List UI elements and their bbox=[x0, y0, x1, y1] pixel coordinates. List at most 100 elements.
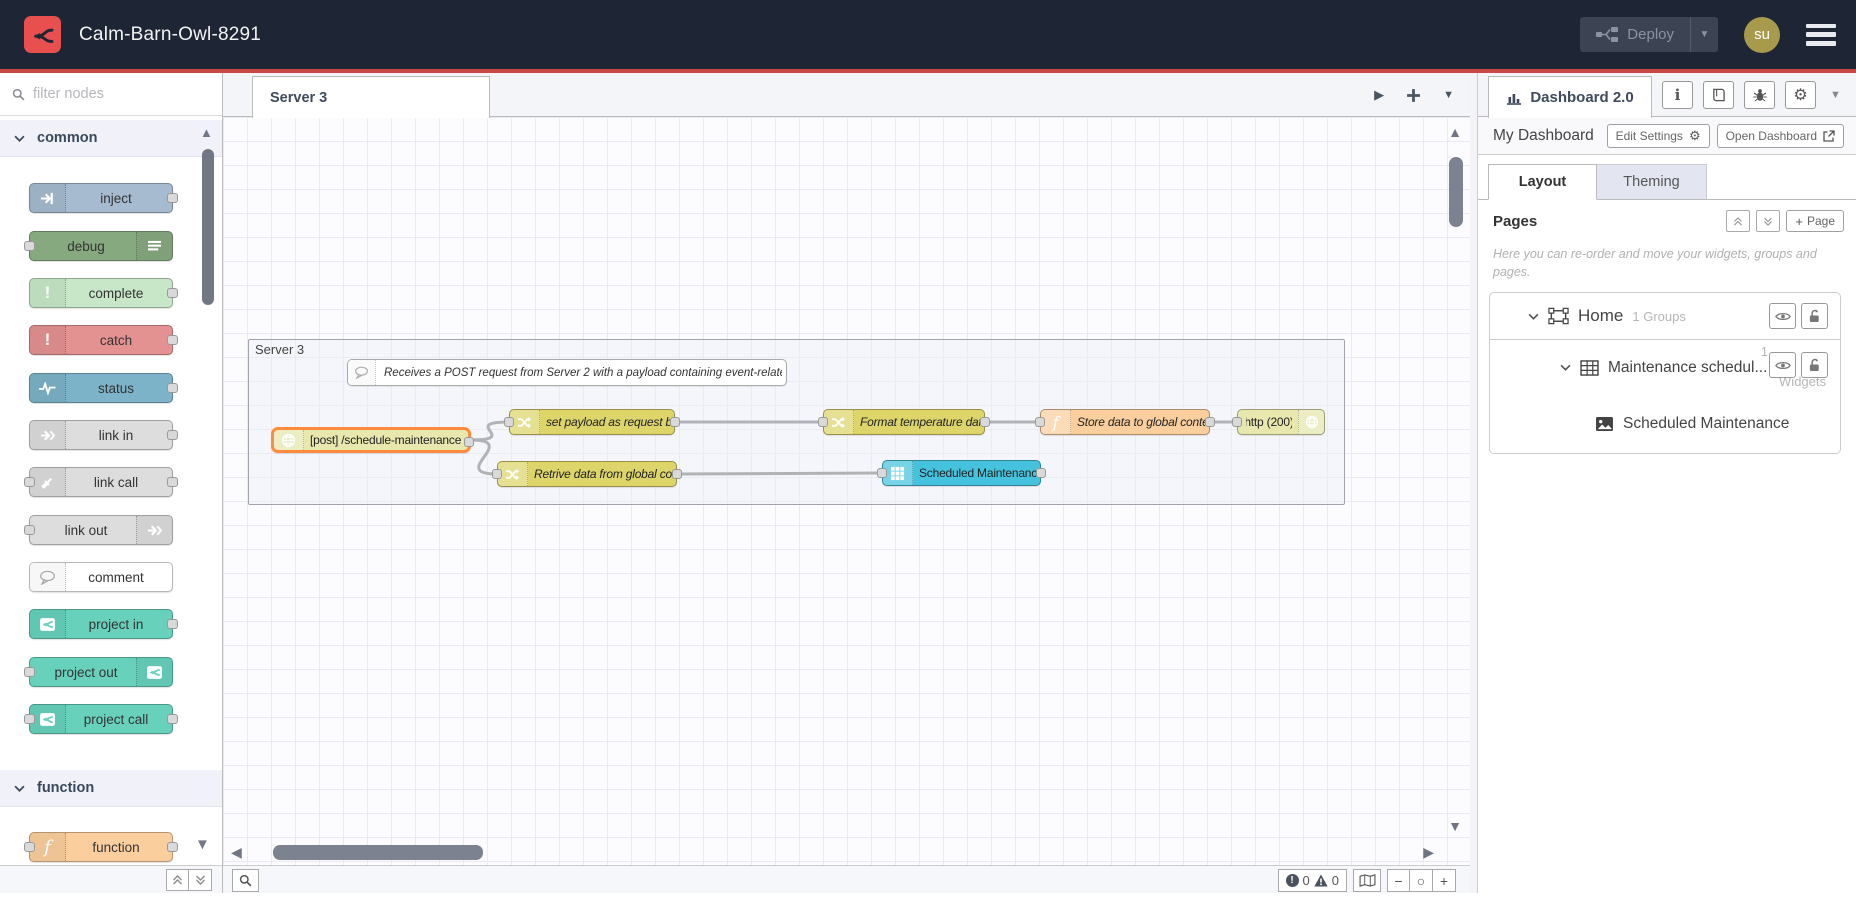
output-port[interactable] bbox=[167, 619, 178, 629]
notifications-toggle[interactable]: ! 0 0 bbox=[1277, 869, 1347, 892]
input-port[interactable] bbox=[24, 525, 35, 535]
unlock-toggle-button[interactable] bbox=[1801, 303, 1828, 329]
change-node-format-temperature[interactable]: Format temperature data. bbox=[818, 409, 990, 435]
search-flows-button[interactable] bbox=[232, 869, 259, 892]
palette-node-debug[interactable]: debug bbox=[24, 231, 173, 261]
palette-scroll-down-arrow[interactable]: ▼ bbox=[195, 836, 210, 853]
zoom-in-button[interactable]: + bbox=[1433, 869, 1456, 892]
expand-all-button[interactable] bbox=[1756, 210, 1781, 232]
main-menu-button[interactable] bbox=[1806, 23, 1836, 46]
output-port[interactable] bbox=[167, 193, 178, 203]
canvas-scroll-up-arrow[interactable]: ▲ bbox=[1448, 125, 1462, 139]
info-tab-button[interactable]: i bbox=[1662, 81, 1693, 109]
palette-node-link-out[interactable]: link out bbox=[24, 515, 173, 545]
chevron-down-icon[interactable] bbox=[1528, 313, 1539, 320]
input-port[interactable] bbox=[24, 714, 35, 724]
input-port[interactable] bbox=[24, 241, 35, 251]
palette-node-catch[interactable]: ! catch bbox=[29, 325, 178, 355]
tab-layout[interactable]: Layout bbox=[1488, 164, 1597, 200]
output-port[interactable] bbox=[980, 417, 990, 427]
input-port[interactable] bbox=[1232, 417, 1242, 427]
change-node-retrive-data[interactable]: Retrive data from global context bbox=[492, 461, 682, 487]
palette-node-link-in[interactable]: link in bbox=[29, 420, 178, 450]
canvas-scroll-down-arrow[interactable]: ▼ bbox=[1448, 819, 1462, 833]
output-port[interactable] bbox=[1205, 417, 1215, 427]
input-port[interactable] bbox=[24, 842, 35, 852]
flow-canvas[interactable]: Server 3 Receives a POST request from Se… bbox=[223, 117, 1470, 865]
edit-settings-button[interactable]: Edit Settings ⚙ bbox=[1606, 123, 1710, 148]
palette-filter-input[interactable] bbox=[33, 86, 183, 102]
flow-tab-server-3[interactable]: Server 3 bbox=[252, 76, 490, 118]
output-port[interactable] bbox=[167, 714, 178, 724]
sidebar-menu-caret[interactable]: ▼ bbox=[1830, 89, 1841, 101]
deploy-options-caret[interactable]: ▼ bbox=[1690, 17, 1718, 52]
input-port[interactable] bbox=[24, 477, 35, 487]
tab-list-button[interactable]: ▶ bbox=[1374, 87, 1384, 103]
sidebar-tab-dashboard[interactable]: Dashboard 2.0 bbox=[1488, 76, 1652, 118]
canvas-vertical-scrollbar[interactable] bbox=[1449, 157, 1463, 227]
visibility-toggle-button[interactable] bbox=[1769, 352, 1796, 378]
palette-scroll-up-arrow[interactable]: ▲ bbox=[200, 125, 213, 140]
output-port[interactable] bbox=[167, 430, 178, 440]
output-port[interactable] bbox=[167, 383, 178, 393]
add-page-button[interactable]: + Page bbox=[1786, 210, 1844, 232]
ui-table-node-scheduled-maintenance[interactable]: Scheduled Maintenance bbox=[877, 460, 1046, 486]
user-avatar[interactable]: su bbox=[1744, 16, 1780, 53]
input-port[interactable] bbox=[877, 468, 887, 478]
help-tab-button[interactable] bbox=[1703, 81, 1734, 109]
tree-row-widget-scheduled-maintenance[interactable]: Scheduled Maintenance bbox=[1490, 395, 1840, 453]
canvas-horizontal-scrollbar[interactable] bbox=[273, 845, 483, 860]
http-in-node[interactable]: [post] /schedule-maintenance bbox=[271, 427, 474, 453]
tab-theming[interactable]: Theming bbox=[1597, 164, 1707, 200]
input-port[interactable] bbox=[492, 469, 502, 479]
deploy-button[interactable]: Deploy ▼ bbox=[1580, 17, 1718, 52]
output-port[interactable] bbox=[167, 288, 178, 298]
input-port[interactable] bbox=[504, 417, 514, 427]
open-dashboard-button[interactable]: Open Dashboard bbox=[1716, 123, 1844, 148]
comment-node[interactable]: Receives a POST request from Server 2 wi… bbox=[347, 359, 787, 386]
output-port[interactable] bbox=[670, 417, 680, 427]
input-port[interactable] bbox=[1035, 417, 1045, 427]
tree-row-page-home[interactable]: Home 1 Groups bbox=[1490, 293, 1840, 340]
output-port[interactable] bbox=[167, 335, 178, 345]
change-node-set-payload[interactable]: set payload as request body bbox=[504, 409, 680, 435]
tree-row-group-maintenance[interactable]: Maintenance schedul... 1 Widgets bbox=[1490, 340, 1840, 395]
palette-filter[interactable] bbox=[0, 73, 222, 116]
output-port[interactable] bbox=[1036, 468, 1046, 478]
canvas-scroll-right-arrow[interactable]: ▶ bbox=[1423, 845, 1434, 859]
palette-node-comment[interactable]: comment bbox=[29, 562, 173, 592]
debug-tab-button[interactable] bbox=[1744, 81, 1775, 109]
zoom-out-button[interactable]: − bbox=[1387, 869, 1410, 892]
visibility-toggle-button[interactable] bbox=[1769, 303, 1796, 329]
palette-node-complete[interactable]: ! complete bbox=[29, 278, 178, 308]
tab-menu-caret[interactable]: ▼ bbox=[1443, 89, 1454, 101]
input-port[interactable] bbox=[818, 417, 828, 427]
output-port[interactable] bbox=[464, 437, 474, 447]
http-response-node[interactable]: http (200) bbox=[1232, 409, 1325, 435]
palette-node-function[interactable]: f function bbox=[24, 832, 178, 862]
sidebar-resize-handle[interactable] bbox=[1470, 73, 1478, 893]
output-port[interactable] bbox=[167, 842, 178, 852]
navigator-toggle-button[interactable] bbox=[1353, 869, 1381, 892]
output-port[interactable] bbox=[672, 469, 682, 479]
palette-category-common[interactable]: common bbox=[0, 120, 222, 157]
config-tab-button[interactable]: ⚙ bbox=[1785, 81, 1816, 109]
expand-all-categories-button[interactable] bbox=[189, 868, 212, 891]
palette-node-project-out[interactable]: project out bbox=[24, 657, 173, 687]
palette-node-project-in[interactable]: project in bbox=[29, 609, 178, 639]
palette-node-status[interactable]: status bbox=[29, 373, 178, 403]
palette-node-link-call[interactable]: link call bbox=[24, 467, 178, 497]
collapse-all-categories-button[interactable] bbox=[166, 868, 189, 891]
collapse-all-button[interactable] bbox=[1726, 210, 1751, 232]
add-flow-button[interactable] bbox=[1406, 88, 1421, 103]
unlock-toggle-button[interactable] bbox=[1801, 352, 1828, 378]
chevron-down-icon[interactable] bbox=[1560, 364, 1571, 371]
palette-node-inject[interactable]: inject bbox=[29, 183, 178, 213]
function-node-store-data[interactable]: f Store data to global context bbox=[1035, 409, 1215, 435]
palette-category-function[interactable]: function bbox=[0, 770, 222, 807]
input-port[interactable] bbox=[24, 667, 35, 677]
palette-node-project-call[interactable]: project call bbox=[24, 704, 178, 734]
canvas-scroll-left-arrow[interactable]: ◀ bbox=[231, 845, 242, 859]
output-port[interactable] bbox=[167, 477, 178, 487]
zoom-reset-button[interactable]: ○ bbox=[1410, 869, 1433, 892]
